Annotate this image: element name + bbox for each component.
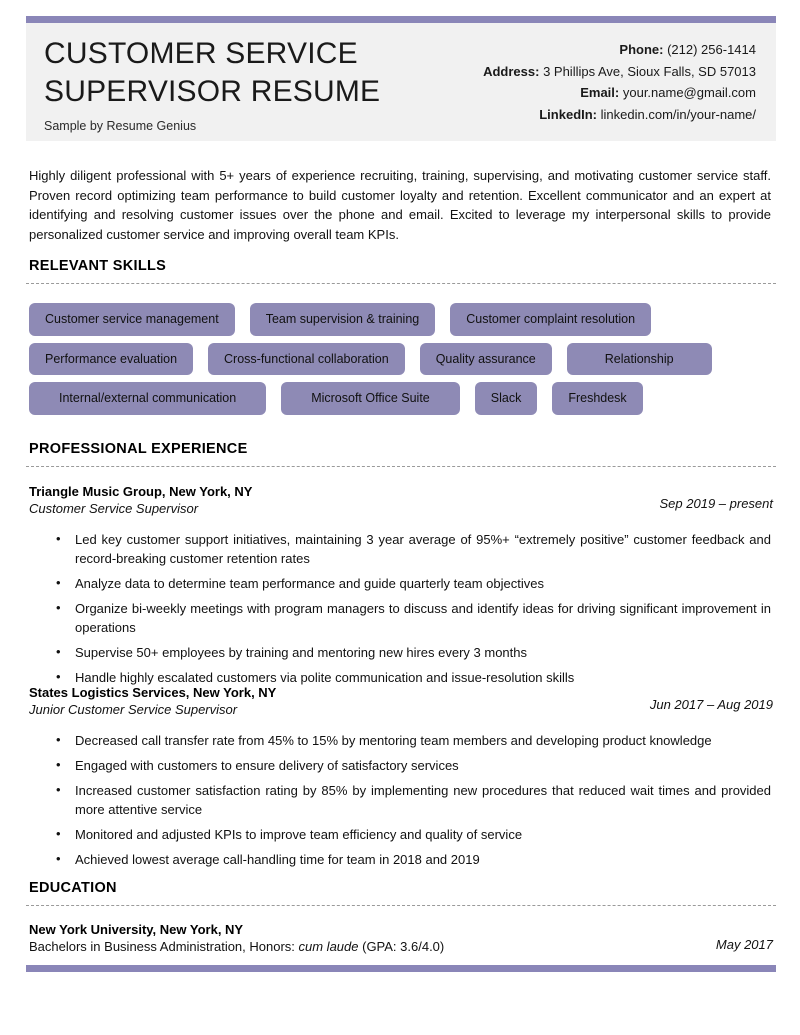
page-title: CUSTOMER SERVICE SUPERVISOR RESUME — [44, 37, 381, 108]
degree-prefix: Bachelors in Business Administration, Ho… — [29, 939, 299, 954]
bullet-item: Monitored and adjusted KPIs to improve t… — [56, 824, 773, 844]
employment-dates: Jun 2017 – Aug 2019 — [649, 697, 773, 712]
section-heading-experience: PROFESSIONAL EXPERIENCE — [29, 441, 248, 457]
bullet-item: Organize bi-weekly meetings with program… — [56, 598, 773, 637]
experience-bullets: Decreased call transfer rate from 45% to… — [29, 730, 773, 869]
education-entry: New York University, New York, NY Bachel… — [29, 921, 773, 956]
experience-entry-left: Triangle Music Group, New York, NY Custo… — [29, 483, 252, 518]
contact-email-value[interactable]: your.name@gmail.com — [623, 85, 756, 100]
skill-tag[interactable]: Microsoft Office Suite — [281, 382, 460, 415]
experience-bullets: Led key customer support initiatives, ma… — [29, 529, 773, 687]
skill-tag[interactable]: Team supervision & training — [249, 303, 436, 336]
resume-header: CUSTOMER SERVICE SUPERVISOR RESUME Sampl… — [26, 23, 776, 141]
section-divider-experience — [26, 466, 776, 467]
skills-list: Customer service management Team supervi… — [29, 303, 777, 422]
header-left: CUSTOMER SERVICE SUPERVISOR RESUME Sampl… — [44, 33, 380, 133]
employer-name: States Logistics Services, New York, NY — [29, 685, 277, 700]
contact-address-label: Address: — [483, 63, 540, 79]
skill-tag[interactable]: Internal/external communication — [29, 382, 267, 415]
contact-linkedin-value[interactable]: linkedin.com/in/your-name/ — [601, 107, 756, 122]
bullet-item: Achieved lowest average call-handling ti… — [56, 849, 773, 869]
skill-tag[interactable]: Slack — [474, 382, 538, 415]
top-accent-bar — [26, 16, 776, 23]
education-entry-header: New York University, New York, NY Bachel… — [29, 921, 773, 956]
byline: Sample by Resume Genius — [44, 119, 197, 133]
employer-name: Triangle Music Group, New York, NY — [29, 484, 253, 499]
job-title: Junior Customer Service Supervisor — [29, 702, 238, 717]
bullet-item: Decreased call transfer rate from 45% to… — [56, 730, 773, 750]
bullet-item: Analyze data to determine team performan… — [56, 573, 773, 593]
experience-entry-header: Triangle Music Group, New York, NY Custo… — [29, 483, 773, 518]
bullet-item: Engaged with customers to ensure deliver… — [56, 755, 773, 775]
contact-phone: Phone: (212) 256-1414 — [483, 39, 756, 61]
skill-tag[interactable]: Customer complaint resolution — [450, 303, 652, 336]
degree-honors: cum laude — [298, 939, 359, 954]
contact-address: Address: 3 Phillips Ave, Sioux Falls, SD… — [483, 61, 756, 83]
degree-suffix: (GPA: 3.6/4.0) — [358, 939, 445, 954]
contact-email[interactable]: Email: your.name@gmail.com — [483, 82, 756, 104]
skills-row-1: Customer service management Team supervi… — [29, 303, 777, 336]
employment-dates: Sep 2019 – present — [659, 496, 773, 511]
skill-tag[interactable]: Freshdesk — [552, 382, 643, 415]
experience-entry: States Logistics Services, New York, NY … — [29, 684, 773, 875]
contact-block: Phone: (212) 256-1414 Address: 3 Phillip… — [483, 33, 756, 125]
section-divider-education — [26, 905, 776, 906]
resume-page: CUSTOMER SERVICE SUPERVISOR RESUME Sampl… — [0, 0, 800, 1035]
degree-line: Bachelors in Business Administration, Ho… — [29, 938, 444, 956]
contact-phone-label: Phone: — [619, 42, 664, 57]
bottom-accent-bar — [26, 965, 776, 972]
experience-entry-left: States Logistics Services, New York, NY … — [29, 684, 276, 719]
job-title: Customer Service Supervisor — [29, 501, 199, 516]
bullet-item: Led key customer support initiatives, ma… — [56, 529, 773, 568]
school-name: New York University, New York, NY — [29, 922, 244, 937]
skills-row-3: Internal/external communication Microsof… — [29, 382, 777, 415]
education-entry-left: New York University, New York, NY Bachel… — [29, 921, 444, 956]
skill-tag[interactable]: Customer service management — [29, 303, 235, 336]
section-divider-skills — [26, 283, 776, 284]
professional-summary: Highly diligent professional with 5+ yea… — [29, 168, 771, 242]
skill-tag[interactable]: Quality assurance — [419, 342, 552, 375]
contact-linkedin-label: LinkedIn: — [539, 106, 598, 122]
contact-address-value: 3 Phillips Ave, Sioux Falls, SD 57013 — [543, 63, 756, 79]
skills-row-2: Performance evaluation Cross-functional … — [29, 342, 777, 375]
skill-tag[interactable]: Cross-functional collaboration — [208, 342, 405, 375]
bullet-item: Supervise 50+ employees by training and … — [56, 642, 773, 662]
skill-tag[interactable]: Relationship — [566, 342, 712, 375]
contact-email-label: Email: — [580, 85, 620, 100]
graduation-date: May 2017 — [715, 937, 773, 952]
section-heading-education: EDUCATION — [29, 880, 117, 896]
section-heading-skills: RELEVANT SKILLS — [29, 258, 167, 274]
experience-entry: Triangle Music Group, New York, NY Custo… — [29, 483, 773, 693]
contact-phone-value: (212) 256-1414 — [667, 42, 756, 57]
contact-linkedin[interactable]: LinkedIn: linkedin.com/in/your-name/ — [483, 104, 756, 126]
experience-entry-header: States Logistics Services, New York, NY … — [29, 684, 773, 719]
skill-tag[interactable]: Performance evaluation — [29, 342, 194, 375]
bullet-item: Increased customer satisfaction rating b… — [56, 780, 773, 819]
